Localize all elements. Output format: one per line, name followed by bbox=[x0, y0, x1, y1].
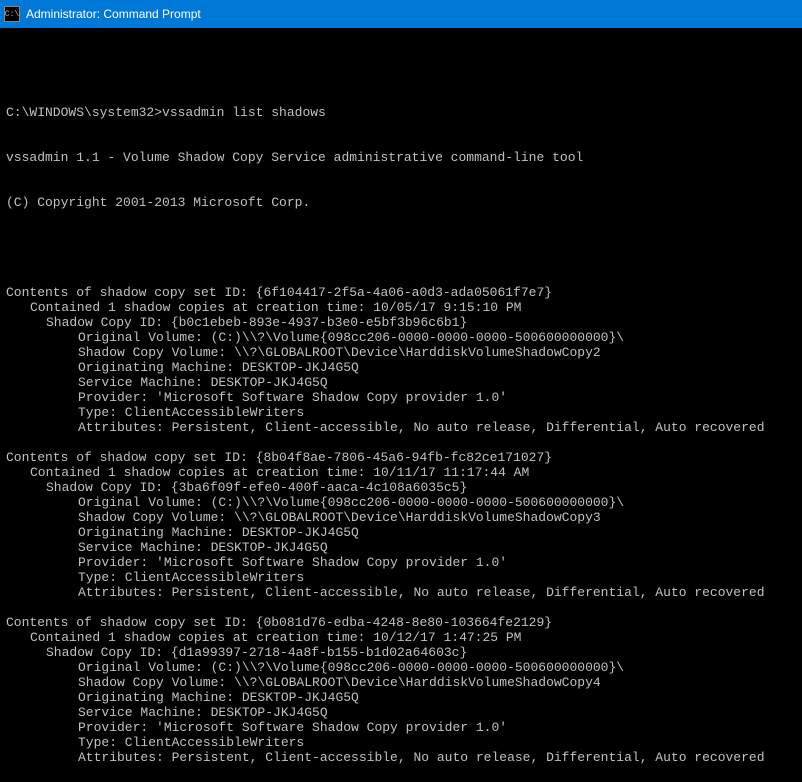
attributes-line: Attributes: Persistent, Client-accessibl… bbox=[6, 420, 796, 435]
creation-time-line: Contained 1 shadow copies at creation ti… bbox=[6, 630, 796, 645]
terminal-output[interactable]: C:\WINDOWS\system32>vssadmin list shadow… bbox=[0, 28, 802, 782]
originating-machine-line: Originating Machine: DESKTOP-JKJ4G5Q bbox=[6, 690, 796, 705]
provider-line: Provider: 'Microsoft Software Shadow Cop… bbox=[6, 390, 796, 405]
creation-time-line: Contained 1 shadow copies at creation ti… bbox=[6, 465, 796, 480]
shadow-copy-volume-line: Shadow Copy Volume: \\?\GLOBALROOT\Devic… bbox=[6, 675, 796, 690]
attributes-line: Attributes: Persistent, Client-accessibl… bbox=[6, 750, 796, 765]
shadow-copy-set: Contents of shadow copy set ID: {6f10441… bbox=[6, 285, 796, 450]
service-machine-line: Service Machine: DESKTOP-JKJ4G5Q bbox=[6, 705, 796, 720]
creation-time-line: Contained 1 shadow copies at creation ti… bbox=[6, 300, 796, 315]
prompt-line: C:\WINDOWS\system32>vssadmin list shadow… bbox=[6, 105, 796, 120]
set-id-line: Contents of shadow copy set ID: {6f10441… bbox=[6, 285, 796, 300]
shadow-copy-set: Contents of shadow copy set ID: {8b04f8a… bbox=[6, 450, 796, 615]
titlebar[interactable]: C:\ Administrator: Command Prompt bbox=[0, 0, 802, 28]
set-id-line: Contents of shadow copy set ID: {0b081d7… bbox=[6, 615, 796, 630]
blank-line bbox=[6, 435, 796, 450]
shadow-copy-volume-line: Shadow Copy Volume: \\?\GLOBALROOT\Devic… bbox=[6, 510, 796, 525]
shadow-copy-id-line: Shadow Copy ID: {3ba6f09f-efe0-400f-aaca… bbox=[6, 480, 796, 495]
provider-line: Provider: 'Microsoft Software Shadow Cop… bbox=[6, 555, 796, 570]
service-machine-line: Service Machine: DESKTOP-JKJ4G5Q bbox=[6, 375, 796, 390]
type-line: Type: ClientAccessibleWriters bbox=[6, 570, 796, 585]
attributes-line: Attributes: Persistent, Client-accessibl… bbox=[6, 585, 796, 600]
type-line: Type: ClientAccessibleWriters bbox=[6, 405, 796, 420]
shadow-copy-set: Contents of shadow copy set ID: {0b081d7… bbox=[6, 615, 796, 765]
blank-line bbox=[6, 60, 796, 75]
set-id-line: Contents of shadow copy set ID: {8b04f8a… bbox=[6, 450, 796, 465]
original-volume-line: Original Volume: (C:)\\?\Volume{098cc206… bbox=[6, 495, 796, 510]
type-line: Type: ClientAccessibleWriters bbox=[6, 735, 796, 750]
shadow-copy-volume-line: Shadow Copy Volume: \\?\GLOBALROOT\Devic… bbox=[6, 345, 796, 360]
blank-line bbox=[6, 600, 796, 615]
shadow-copy-id-line: Shadow Copy ID: {d1a99397-2718-4a8f-b155… bbox=[6, 645, 796, 660]
service-machine-line: Service Machine: DESKTOP-JKJ4G5Q bbox=[6, 540, 796, 555]
shadow-copy-id-line: Shadow Copy ID: {b0c1ebeb-893e-4937-b3e0… bbox=[6, 315, 796, 330]
banner-line-1: vssadmin 1.1 - Volume Shadow Copy Servic… bbox=[6, 150, 796, 165]
original-volume-line: Original Volume: (C:)\\?\Volume{098cc206… bbox=[6, 330, 796, 345]
originating-machine-line: Originating Machine: DESKTOP-JKJ4G5Q bbox=[6, 525, 796, 540]
window-title: Administrator: Command Prompt bbox=[26, 7, 201, 21]
banner-line-2: (C) Copyright 2001-2013 Microsoft Corp. bbox=[6, 195, 796, 210]
original-volume-line: Original Volume: (C:)\\?\Volume{098cc206… bbox=[6, 660, 796, 675]
originating-machine-line: Originating Machine: DESKTOP-JKJ4G5Q bbox=[6, 360, 796, 375]
blank-line bbox=[6, 240, 796, 255]
cmd-icon: C:\ bbox=[4, 6, 20, 22]
provider-line: Provider: 'Microsoft Software Shadow Cop… bbox=[6, 720, 796, 735]
